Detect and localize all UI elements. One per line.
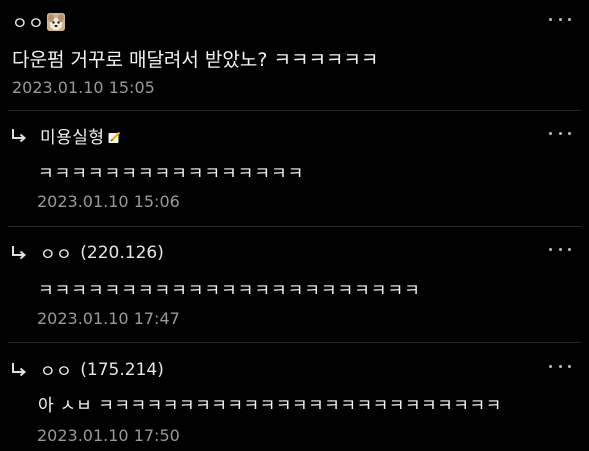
reply-timestamp: 2023.01.10 17:47: [37, 309, 180, 328]
reply-author-row: ㅇㅇ (220.126): [10, 240, 164, 265]
comment-author-row: ㅇㅇ: [12, 9, 66, 34]
more-options-button[interactable]: [549, 126, 571, 140]
member-badge-icon: [108, 129, 121, 143]
more-dots-icon: [549, 131, 552, 135]
author-name[interactable]: ㅇㅇ: [40, 240, 72, 265]
reply-body: ㅋㅋㅋㅋㅋㅋㅋㅋㅋㅋㅋㅋㅋㅋㅋㅋ: [38, 164, 305, 184]
comment-timestamp: 2023.01.10 15:05: [12, 78, 155, 97]
comment-body: 다운펌 거꾸로 매달려서 받았노? ㅋㅋㅋㅋㅋㅋ: [12, 49, 379, 71]
author-ip: (175.214): [80, 359, 164, 380]
more-dots-icon: [549, 364, 552, 368]
author-name[interactable]: ㅇㅇ: [40, 357, 72, 382]
reply-comment: ㅇㅇ (175.214) 아 ㅅㅂ ㅋㅋㅋㅋㅋㅋㅋㅋㅋㅋㅋㅋㅋㅋㅋㅋㅋㅋㅋㅋㅋㅋ…: [0, 343, 589, 451]
dog-avatar-icon: [47, 12, 66, 31]
more-options-button[interactable]: [549, 359, 571, 373]
reply-arrow-icon: [12, 128, 27, 142]
reply-timestamp: 2023.01.10 17:50: [37, 426, 180, 445]
author-ip: (220.126): [80, 242, 164, 263]
author-name[interactable]: ㅇㅇ: [12, 9, 44, 34]
reply-body: ㅋㅋㅋㅋㅋㅋㅋㅋㅋㅋㅋㅋㅋㅋㅋㅋㅋㅋㅋㅋㅋㅋㅋ: [38, 281, 421, 301]
reply-comment: ㅇㅇ (220.126) ㅋㅋㅋㅋㅋㅋㅋㅋㅋㅋㅋㅋㅋㅋㅋㅋㅋㅋㅋㅋㅋㅋㅋ 202…: [0, 227, 589, 342]
more-dots-icon: [549, 247, 552, 251]
reply-author-row: 미용실형: [10, 123, 121, 148]
comment-thread: ㅇㅇ 다운펌 거꾸로 매달려서 받았노? ㅋㅋㅋㅋㅋㅋ 2023.01.10 1…: [0, 0, 589, 451]
original-comment: ㅇㅇ 다운펌 거꾸로 매달려서 받았노? ㅋㅋㅋㅋㅋㅋ 2023.01.10 1…: [0, 0, 589, 110]
reply-timestamp: 2023.01.10 15:06: [37, 192, 180, 211]
reply-body: 아 ㅅㅂ ㅋㅋㅋㅋㅋㅋㅋㅋㅋㅋㅋㅋㅋㅋㅋㅋㅋㅋㅋㅋㅋㅋㅋㅋㅋ: [38, 396, 502, 416]
reply-arrow-icon: [12, 245, 27, 259]
reply-comment: 미용실형 ㅋㅋㅋㅋㅋㅋㅋㅋㅋㅋㅋㅋㅋㅋㅋㅋ 2023.01.10 15:06: [0, 111, 589, 226]
reply-arrow-icon: [12, 362, 27, 376]
reply-author-row: ㅇㅇ (175.214): [10, 357, 164, 382]
author-name[interactable]: 미용실형: [40, 123, 105, 148]
more-options-button[interactable]: [549, 242, 571, 256]
more-dots-icon: [549, 17, 552, 21]
more-options-button[interactable]: [549, 12, 571, 26]
